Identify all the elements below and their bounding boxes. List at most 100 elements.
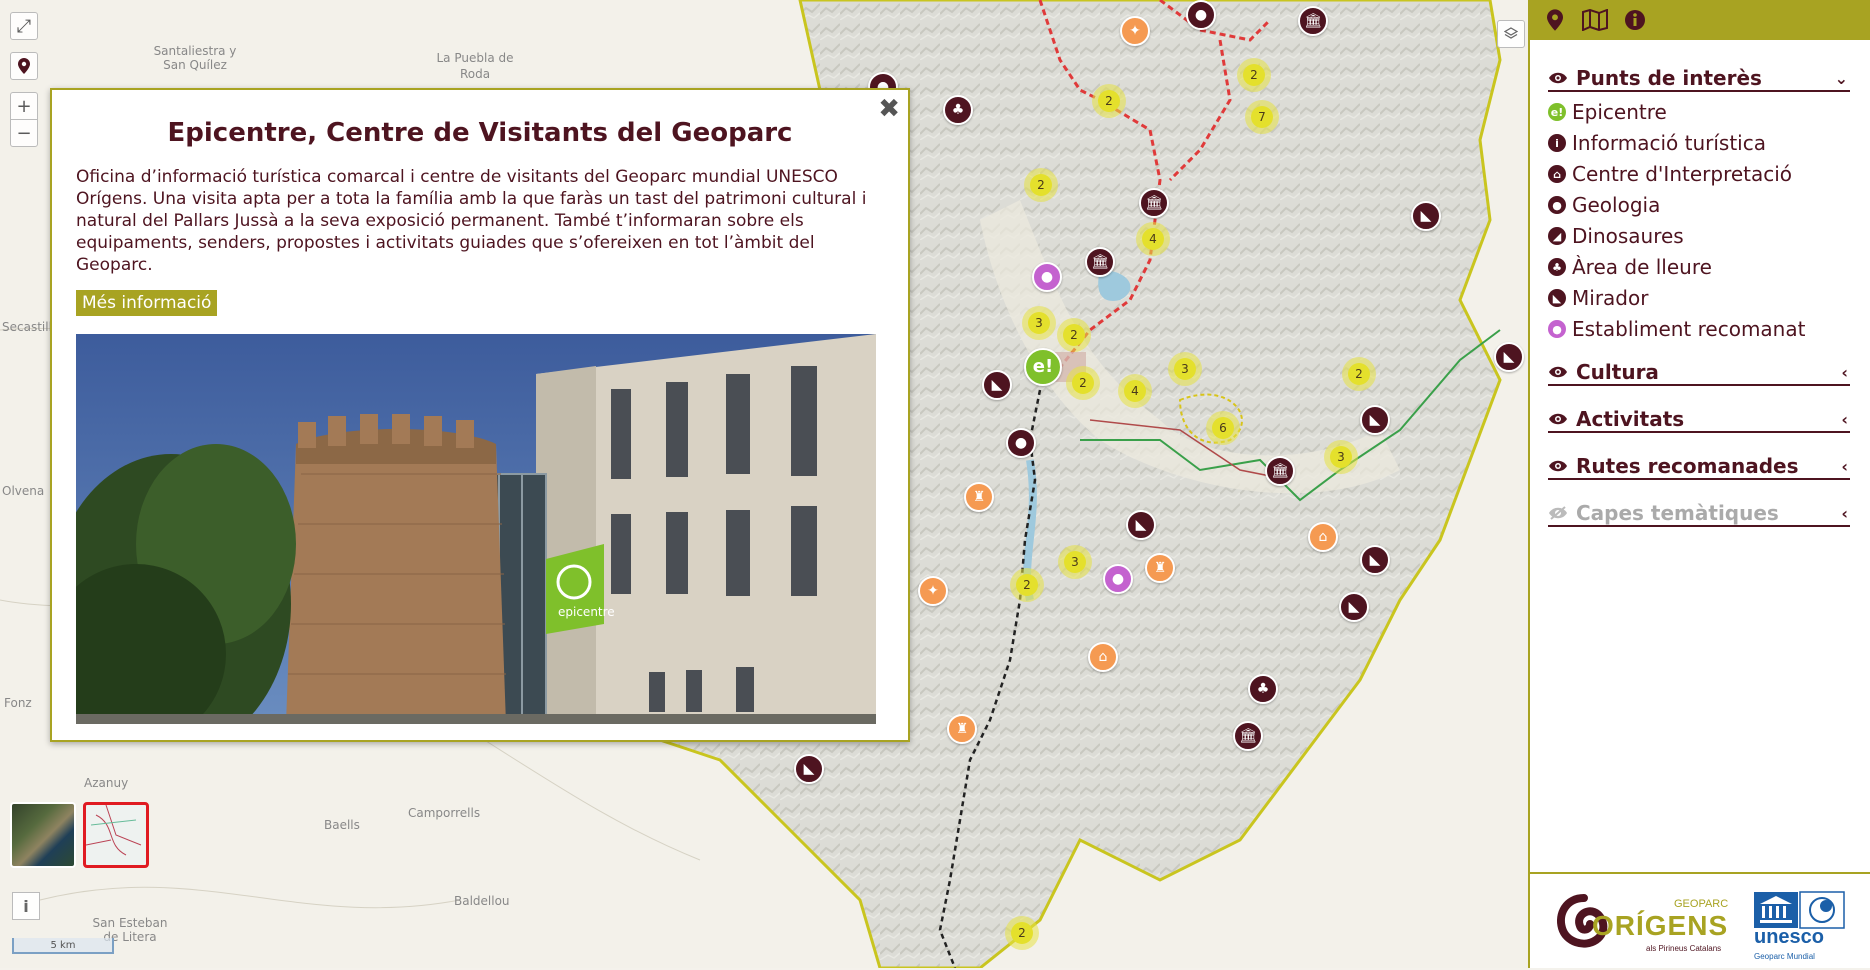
recommended-icon: ● [1548, 320, 1566, 338]
recommended-marker[interactable]: ● [1032, 262, 1062, 292]
poi-item-viewpoint[interactable]: ◣ Mirador [1548, 285, 1648, 311]
fullscreen-button[interactable]: ⤢ [10, 12, 38, 40]
cluster-marker[interactable]: 2 [1010, 568, 1044, 602]
poi-label: Mirador [1572, 286, 1649, 310]
topographic-basemap-thumbnail[interactable] [83, 802, 149, 868]
cluster-marker[interactable]: 3 [1022, 306, 1056, 340]
picnic-marker[interactable]: ♣ [943, 95, 973, 125]
attribution-info-button[interactable]: i [12, 892, 40, 920]
more-info-button[interactable]: Més informació [76, 290, 218, 316]
unesco-logo[interactable]: unesco Geoparc Mundial [1752, 890, 1848, 962]
side-panel: Punts de interès ⌄ e! Epicentre i Inform… [1528, 0, 1870, 968]
poi-label: Àrea de lleure [1572, 255, 1712, 279]
satellite-basemap-thumbnail[interactable] [10, 802, 76, 868]
origens-logo[interactable]: GEOPARC ORÍGENS als Pirineus Catalans [1554, 892, 1734, 958]
place-label: Olvena [2, 484, 45, 498]
viewpoint-marker[interactable]: ◣ [794, 754, 824, 784]
place-label: Baldellou [454, 894, 510, 908]
cluster-marker[interactable]: 6 [1206, 411, 1240, 445]
chevron-left-icon[interactable]: ‹ [1841, 363, 1848, 382]
cluster-marker[interactable]: 4 [1118, 374, 1152, 408]
dinosaur-icon: ◢ [1548, 227, 1566, 245]
section-punts-interes[interactable]: Punts de interès ⌄ [1548, 66, 1850, 92]
cluster-marker[interactable]: 7 [1245, 100, 1279, 134]
activity-marker[interactable]: ✦ [1120, 16, 1150, 46]
cluster-marker[interactable]: 3 [1324, 440, 1358, 474]
zoom-in-button[interactable]: + [10, 92, 38, 120]
poi-item-recommended[interactable]: ● Establiment recomanat [1548, 316, 1805, 342]
eye-slash-icon[interactable] [1548, 506, 1570, 520]
poi-label: Informació turística [1572, 131, 1766, 155]
geology-marker[interactable]: ● [1186, 0, 1216, 30]
viewpoint-marker[interactable]: ◣ [982, 370, 1012, 400]
cluster-marker[interactable]: 2 [1057, 318, 1091, 352]
castle-marker[interactable]: ♜ [1145, 553, 1175, 583]
eye-icon[interactable] [1548, 412, 1570, 426]
activity-marker[interactable]: ✦ [918, 576, 948, 606]
museum-marker[interactable]: 🏛 [1085, 247, 1115, 277]
museum-marker[interactable]: 🏛 [1233, 721, 1263, 751]
popup-description: Oficina d’informació turística comarcal … [76, 167, 867, 275]
scale-bar: 5 km [12, 938, 114, 954]
zoom-out-button[interactable]: − [10, 119, 38, 147]
church-marker[interactable]: ⌂ [1308, 522, 1338, 552]
geology-marker[interactable]: ● [1006, 428, 1036, 458]
cluster-marker[interactable]: 2 [1066, 366, 1100, 400]
viewpoint-marker[interactable]: ◣ [1339, 592, 1369, 622]
poi-item-dinosaurs[interactable]: ◢ Dinosaures [1548, 223, 1684, 249]
cluster-marker[interactable]: 3 [1058, 545, 1092, 579]
chevron-left-icon[interactable]: ‹ [1841, 410, 1848, 429]
section-activitats[interactable]: Activitats ‹ [1548, 407, 1850, 433]
photo-sign-text: epicentre [558, 605, 615, 619]
museum-marker[interactable]: 🏛 [1298, 6, 1328, 36]
viewpoint-marker[interactable]: ◣ [1126, 510, 1156, 540]
chevron-left-icon[interactable]: ‹ [1841, 457, 1848, 476]
cluster-marker[interactable]: 2 [1005, 916, 1039, 950]
locate-button[interactable] [10, 52, 38, 80]
poi-label: Centre d'Interpretació [1572, 162, 1793, 186]
eye-icon[interactable] [1548, 71, 1570, 85]
chevron-left-icon[interactable]: ‹ [1841, 504, 1848, 523]
eye-icon[interactable] [1548, 365, 1570, 379]
poi-item-tourist-info[interactable]: i Informació turística [1548, 130, 1766, 156]
chevron-down-icon[interactable]: ⌄ [1835, 69, 1848, 88]
castle-marker[interactable]: ♜ [947, 714, 977, 744]
section-rutes-recomanades[interactable]: Rutes recomanades ‹ [1548, 454, 1850, 480]
layers-button[interactable] [1497, 20, 1525, 48]
eye-icon[interactable] [1548, 459, 1570, 473]
poi-item-geology[interactable]: ● Geologia [1548, 192, 1660, 218]
church-marker[interactable]: ⌂ [1088, 642, 1118, 672]
cluster-marker[interactable]: 2 [1237, 58, 1271, 92]
map-pin-icon[interactable] [1542, 7, 1568, 33]
museum-marker[interactable]: 🏛 [1139, 188, 1169, 218]
viewpoint-marker[interactable]: ◣ [1494, 342, 1524, 372]
cluster-marker[interactable]: 2 [1342, 357, 1376, 391]
info-icon: i [1548, 134, 1566, 152]
map-view[interactable]: Santaliestra y San Quílez La Puebla de R… [0, 0, 1528, 968]
recommended-marker[interactable]: ● [1103, 564, 1133, 594]
popup-photo: epicentre [76, 334, 876, 724]
viewpoint-marker[interactable]: ◣ [1360, 545, 1390, 575]
popup-title: Epicentre, Centre de Visitants del Geopa… [167, 118, 793, 148]
picnic-marker[interactable]: ♣ [1248, 674, 1278, 704]
section-capes-tematiques[interactable]: Capes temàtiques ‹ [1548, 501, 1850, 527]
section-label: Cultura [1576, 360, 1659, 384]
cluster-marker[interactable]: 2 [1092, 84, 1126, 118]
poi-item-leisure-area[interactable]: ♣ Àrea de lleure [1548, 254, 1712, 280]
museum-marker[interactable]: 🏛 [1265, 456, 1295, 486]
cluster-marker[interactable]: 4 [1136, 222, 1170, 256]
poi-item-epicentre[interactable]: e! Epicentre [1548, 99, 1667, 125]
viewpoint-marker[interactable]: ◣ [1360, 405, 1390, 435]
info-icon[interactable] [1622, 7, 1648, 33]
viewpoint-marker[interactable]: ◣ [1411, 201, 1441, 231]
cluster-marker[interactable]: 3 [1168, 352, 1202, 386]
section-cultura[interactable]: Cultura ‹ [1548, 360, 1850, 386]
map-icon[interactable] [1582, 7, 1608, 33]
poi-item-interpretation-centre[interactable]: ⌂ Centre d'Interpretació [1548, 161, 1792, 187]
poi-popup: ✖ Epicentre, Centre de Visitants del Geo… [50, 88, 910, 742]
place-label: Camporrells [408, 806, 481, 820]
epicentre-marker[interactable]: e! [1024, 348, 1062, 386]
cluster-marker[interactable]: 2 [1024, 168, 1058, 202]
section-label: Capes temàtiques [1576, 501, 1779, 525]
castle-marker[interactable]: ♜ [964, 482, 994, 512]
